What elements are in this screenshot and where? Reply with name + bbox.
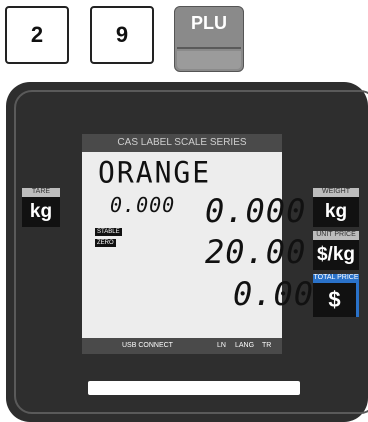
weight-value: 0.000	[205, 192, 307, 230]
plu-divider	[177, 47, 241, 49]
plu-bottom-panel	[177, 51, 241, 69]
tare-tab-label: TARE	[22, 188, 60, 197]
plu-label: PLU	[191, 13, 227, 33]
ln-indicator: LN	[217, 342, 226, 349]
tare-value: 0.000	[110, 193, 176, 217]
unit-price-unit: $/kg	[313, 240, 359, 270]
zero-badge: ZERO	[95, 239, 116, 247]
stable-badge: STABLE	[95, 228, 122, 236]
weight-tab-label: WEIGHT	[313, 188, 359, 197]
plu-button[interactable]: PLU	[174, 6, 244, 72]
tare-unit: kg	[22, 197, 60, 227]
lang-indicator: LANG	[235, 342, 255, 349]
item-name: ORANGE	[98, 155, 212, 190]
unit-price-value: 20.00	[205, 233, 307, 271]
usb-connect-indicator: USB CONNECT	[122, 342, 173, 349]
total-price-value: 0.00	[233, 275, 315, 313]
key-9-button[interactable]: 9	[90, 6, 154, 64]
lcd-footer: USB CONNECT LN LANG TR	[82, 338, 282, 354]
total-price-unit: $	[313, 283, 359, 317]
weight-unit: kg	[313, 197, 359, 227]
lcd-header: CAS LABEL SCALE SERIES	[82, 134, 282, 152]
label-paper-slot	[88, 381, 300, 395]
total-price-tab-label: TOTAL PRICE	[313, 274, 359, 283]
tr-indicator: TR	[262, 342, 272, 349]
key-2-button[interactable]: 2	[5, 6, 69, 64]
unit-price-tab-label: UNIT PRICE	[313, 231, 359, 240]
